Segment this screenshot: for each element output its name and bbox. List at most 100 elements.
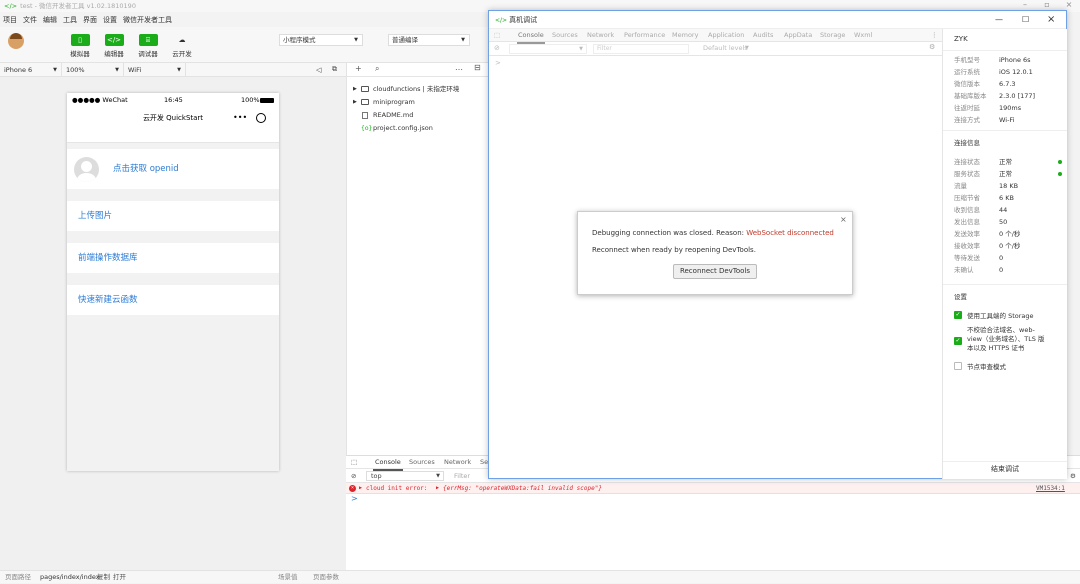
new-cloud-function-label: 快速新建云函数 bbox=[78, 295, 138, 305]
context-select[interactable]: top ▼ bbox=[366, 471, 444, 481]
tab-sources[interactable]: Sources bbox=[409, 456, 435, 469]
editor-toggle-button[interactable]: </> 编辑器 bbox=[99, 34, 129, 58]
tab-wxml[interactable]: Wxml bbox=[854, 29, 872, 42]
new-cloud-function-item[interactable]: 快速新建云函数 bbox=[67, 285, 279, 315]
get-openid-item[interactable]: 点击获取 openid bbox=[67, 149, 279, 189]
close-icon[interactable]: × bbox=[840, 215, 847, 224]
file-item-project-config[interactable]: {o} project.config.json bbox=[347, 122, 489, 135]
context-select[interactable]: ▼ bbox=[509, 44, 587, 54]
clear-console-icon[interactable]: ⊘ bbox=[351, 469, 356, 483]
menu-settings[interactable]: 设置 bbox=[103, 15, 117, 25]
file-item-readme[interactable]: README.md bbox=[347, 109, 489, 122]
mini-program-capsule: ••• bbox=[233, 111, 269, 125]
error-label: cloud init error: bbox=[366, 485, 428, 492]
inspect-icon[interactable]: ⬚ bbox=[494, 29, 500, 42]
search-icon[interactable]: ⌕ bbox=[375, 64, 379, 74]
status-footer: 页面路径 pages/index/index 复制 打开 场景值 页面参数 bbox=[0, 570, 1080, 583]
page-params-button[interactable]: 页面参数 bbox=[313, 571, 339, 584]
close-circle-icon[interactable] bbox=[256, 113, 266, 123]
upload-image-item[interactable]: 上传图片 bbox=[67, 201, 279, 231]
tab-network[interactable]: Network bbox=[587, 29, 614, 42]
levels-select[interactable]: Default levels bbox=[703, 44, 748, 52]
file-item-miniprogram[interactable]: ▶ miniprogram bbox=[347, 96, 489, 109]
expand-arrow-icon[interactable]: ▶ bbox=[359, 483, 362, 494]
user-avatar[interactable] bbox=[8, 33, 24, 49]
zoom-select[interactable]: 100% ▼ bbox=[62, 63, 124, 77]
more-icon[interactable]: … bbox=[455, 63, 463, 72]
cloud-dev-button[interactable]: ☁ 云开发 bbox=[167, 34, 197, 58]
conn-row: 流量 18 KB bbox=[954, 182, 1019, 190]
more-icon[interactable]: ••• bbox=[233, 111, 247, 125]
info-row: 往返时延 190ms bbox=[954, 104, 1022, 112]
close-button[interactable]: × bbox=[1047, 11, 1055, 29]
filter-input[interactable]: Filter bbox=[454, 469, 470, 483]
code-icon: </> bbox=[104, 34, 124, 46]
get-openid-label: 点击获取 openid bbox=[113, 164, 179, 174]
clear-console-icon[interactable]: ⊘ bbox=[494, 44, 500, 52]
nav-title: 云开发 QuickStart bbox=[142, 114, 204, 122]
simulator-toggle-button[interactable]: ▯ 模拟器 bbox=[65, 34, 95, 58]
tab-network[interactable]: Network bbox=[444, 456, 471, 469]
copy-path-link[interactable]: 复制 bbox=[97, 571, 110, 584]
compile-select[interactable]: 普通编译 ▼ bbox=[388, 34, 470, 46]
db-operations-item[interactable]: 前端操作数据库 bbox=[67, 243, 279, 273]
zoom-select-value: 100% bbox=[66, 66, 85, 74]
tab-memory[interactable]: Memory bbox=[672, 29, 698, 42]
conn-row: 服务状态 正常 bbox=[954, 168, 1064, 180]
tab-storage[interactable]: Storage bbox=[820, 29, 845, 42]
gear-icon[interactable]: ⚙ bbox=[929, 43, 935, 51]
conn-row: 接收效率 0 个/秒 bbox=[954, 242, 1021, 250]
menu-file[interactable]: 文件 bbox=[23, 15, 37, 25]
tab-more[interactable]: Se bbox=[480, 456, 488, 469]
mode-select[interactable]: 小程序模式 ▼ bbox=[279, 34, 363, 46]
menu-project[interactable]: 项目 bbox=[3, 15, 17, 25]
node-inspect-checkbox[interactable] bbox=[954, 362, 962, 370]
debugger-label: 调试器 bbox=[138, 50, 158, 58]
storage-checkbox[interactable]: ✓ bbox=[954, 311, 962, 319]
user-name: ZYK bbox=[954, 35, 968, 43]
carrier-label: ●●●●● WeChat bbox=[72, 96, 128, 104]
menu-tools[interactable]: 工具 bbox=[63, 15, 77, 25]
menu-view[interactable]: 界面 bbox=[83, 15, 97, 25]
console-error-row: × ▶ cloud init error: ▶ {errMsg: "operat… bbox=[346, 483, 1080, 494]
simulator-label: 模拟器 bbox=[70, 50, 90, 58]
conn-row: 收到信息 44 bbox=[954, 206, 1008, 214]
devtools-prompt[interactable]: > bbox=[495, 59, 501, 67]
scene-value-button[interactable]: 场景值 bbox=[278, 571, 298, 584]
more-vertical-icon[interactable]: ⋮ bbox=[931, 29, 938, 42]
tab-sources[interactable]: Sources bbox=[552, 29, 578, 42]
error-source-link[interactable]: VM1534:1 bbox=[1036, 483, 1065, 494]
tab-audits[interactable]: Audits bbox=[753, 29, 773, 42]
tab-performance[interactable]: Performance bbox=[624, 29, 665, 42]
phone-status-bar: ●●●●● WeChat 16:45 100% bbox=[67, 93, 279, 107]
maximize-button[interactable]: ☐ bbox=[1022, 11, 1029, 29]
storage-setting-label: 使用工具端的 Storage bbox=[967, 312, 1034, 320]
conn-row: 发送效率 0 个/秒 bbox=[954, 230, 1021, 238]
expand-arrow-icon[interactable]: ▶ bbox=[436, 483, 439, 494]
menu-devtools[interactable]: 微信开发者工具 bbox=[123, 15, 172, 25]
file-item-cloudfunctions[interactable]: ▶ cloudfunctions | 未指定环境 bbox=[347, 83, 489, 96]
filter-input[interactable]: Filter bbox=[593, 44, 689, 54]
popout-icon[interactable]: ⧉ bbox=[332, 65, 337, 74]
battery-icon bbox=[260, 98, 274, 103]
reconnect-devtools-button[interactable]: Reconnect DevTools bbox=[673, 264, 757, 279]
console-input[interactable]: > bbox=[346, 494, 1080, 506]
add-file-icon[interactable]: + bbox=[355, 64, 362, 73]
debugger-toggle-button[interactable]: ⌸ 调试器 bbox=[133, 34, 163, 58]
file-explorer: + ⌕ … ⊟ ▶ cloudfunctions | 未指定环境 ▶ minip… bbox=[346, 63, 489, 455]
menu-edit[interactable]: 编辑 bbox=[43, 15, 57, 25]
debug-icon: ⌸ bbox=[138, 34, 158, 46]
network-select[interactable]: WiFi ▼ bbox=[124, 63, 186, 77]
end-debug-button[interactable]: 结束调试 bbox=[943, 464, 1067, 474]
gear-icon[interactable]: ⚙ bbox=[1070, 469, 1076, 483]
speaker-icon[interactable]: ◁ bbox=[316, 66, 321, 74]
open-path-link[interactable]: 打开 bbox=[113, 571, 126, 584]
minimize-button[interactable]: — bbox=[995, 11, 1003, 29]
collapse-icon[interactable]: ⊟ bbox=[474, 63, 481, 72]
connection-section-title: 连接信息 bbox=[954, 139, 980, 147]
tab-application[interactable]: Application bbox=[708, 29, 744, 42]
tab-appdata[interactable]: AppData bbox=[784, 29, 812, 42]
device-select[interactable]: iPhone 6 ▼ bbox=[0, 63, 62, 77]
domain-check-checkbox[interactable]: ✓ bbox=[954, 337, 962, 345]
inspect-icon[interactable]: ⬚ bbox=[351, 456, 357, 469]
